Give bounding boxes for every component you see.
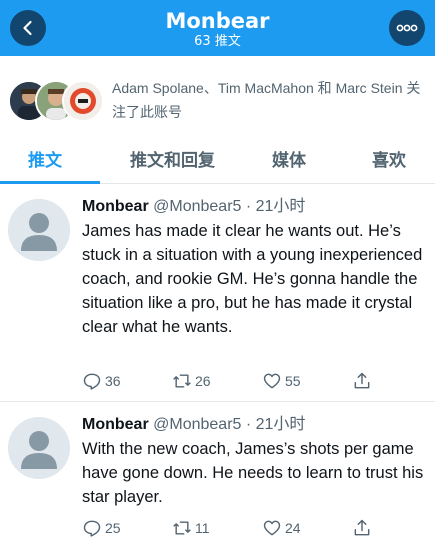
tweet-handle-time: @Monbear5 · 21小时: [153, 198, 306, 215]
like-button[interactable]: 55: [262, 369, 301, 393]
reply-count: 36: [105, 373, 121, 389]
tweet-text: With the new coach, James’s shots per ga…: [82, 440, 424, 506]
share-icon: [354, 519, 370, 536]
retweet-icon: [173, 521, 191, 535]
reply-button[interactable]: 36: [82, 369, 121, 393]
follower-avatar: [62, 80, 104, 122]
tab-tweets[interactable]: 推文: [28, 146, 62, 171]
active-tab-indicator: [0, 181, 100, 184]
heart-icon: [263, 520, 281, 536]
tweet-author-name[interactable]: Monbear: [82, 198, 149, 215]
tweet-count: 63 推文: [194, 34, 241, 49]
profile-name: Monbear: [165, 9, 270, 33]
more-button[interactable]: [389, 10, 425, 46]
retweet-count: 11: [195, 520, 210, 536]
tweet[interactable]: Monbear @Monbear5 · 21小时 With the new co…: [0, 403, 435, 541]
tweet-actions: 36 26 55: [82, 369, 382, 393]
heart-icon: [263, 373, 281, 389]
tab-media[interactable]: 媒体: [272, 146, 306, 171]
more-dots-icon: [396, 24, 418, 32]
tweet-actions: 25 11 24: [82, 516, 382, 540]
tweet-text: James has made it clear he wants out. He…: [82, 222, 423, 336]
tab-tweets-and-replies[interactable]: 推文和回复: [130, 146, 215, 171]
retweet-button[interactable]: 11: [172, 516, 210, 540]
retweet-icon: [173, 374, 191, 388]
tweet[interactable]: Monbear @Monbear5 · 21小时 James has made …: [0, 185, 435, 402]
like-count: 55: [285, 373, 301, 389]
followed-by-section[interactable]: Adam Spolane、Tim MacMahon 和 Marc Stein 关…: [0, 56, 435, 134]
avatar[interactable]: [8, 417, 70, 479]
like-count: 24: [285, 520, 301, 536]
like-button[interactable]: 24: [262, 516, 301, 540]
profile-header: Monbear 63 推文: [0, 0, 435, 56]
tweet-author-name[interactable]: Monbear: [82, 416, 149, 433]
tweet-handle-time: @Monbear5 · 21小时: [153, 416, 306, 433]
retweet-count: 26: [195, 373, 211, 389]
tab-likes[interactable]: 喜欢: [372, 146, 406, 171]
avatar[interactable]: [8, 199, 70, 261]
share-icon: [354, 372, 370, 389]
reply-icon: [83, 520, 101, 537]
share-button[interactable]: [352, 516, 375, 540]
share-button[interactable]: [352, 369, 375, 393]
followed-by-text: Adam Spolane、Tim MacMahon 和 Marc Stein 关…: [112, 80, 421, 120]
reply-button[interactable]: 25: [82, 516, 121, 540]
retweet-button[interactable]: 26: [172, 369, 211, 393]
profile-tabs: 推文 推文和回复 媒体 喜欢: [0, 134, 435, 184]
follower-avatars: [8, 80, 104, 122]
reply-icon: [83, 373, 101, 390]
reply-count: 25: [105, 520, 121, 536]
